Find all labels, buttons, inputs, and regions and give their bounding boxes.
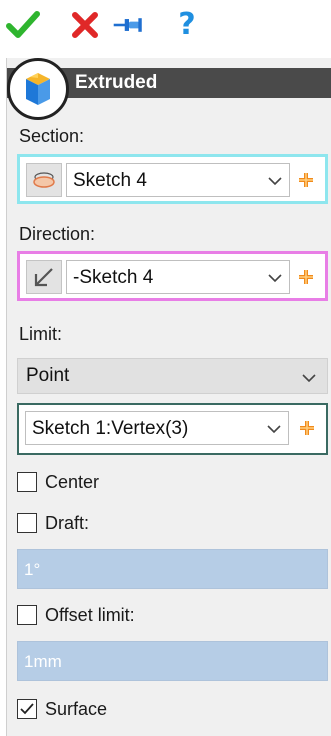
limit-label: Limit:	[19, 324, 63, 344]
center-label: Center	[45, 471, 100, 492]
draft-angle-input[interactable]: 1°	[17, 549, 328, 589]
section-field: Sketch 4	[17, 154, 328, 204]
plus-icon	[300, 421, 314, 435]
checkmark-icon	[6, 11, 40, 38]
offset-limit-option[interactable]: Offset limit:	[17, 602, 135, 628]
offset-limit-value: 1mm	[24, 652, 62, 671]
draft-option[interactable]: Draft:	[17, 510, 89, 536]
direction-field: -Sketch 4	[17, 251, 328, 301]
draft-label: Draft:	[45, 512, 90, 533]
cancel-button[interactable]	[68, 8, 102, 42]
limit-type-value: Point	[26, 365, 70, 386]
extrude-feature-icon	[7, 58, 69, 120]
draft-checkbox[interactable]	[17, 513, 37, 533]
section-label: Section:	[19, 126, 85, 146]
chevron-down-icon	[267, 425, 281, 434]
direction-arrow-icon[interactable]	[26, 260, 62, 294]
surface-option[interactable]: Surface	[17, 696, 107, 722]
section-select[interactable]: Sketch 4	[66, 163, 290, 197]
pushpin-icon	[113, 18, 142, 32]
limit-reference-add-button[interactable]	[294, 411, 320, 445]
limit-type-select[interactable]: Point	[17, 358, 328, 394]
draft-angle-value: 1°	[24, 560, 41, 579]
chevron-down-icon	[268, 177, 282, 186]
help-icon: ?	[178, 7, 196, 42]
limit-reference-select[interactable]: Sketch 1:Vertex(3)	[25, 411, 289, 445]
center-checkbox[interactable]	[17, 472, 37, 492]
sketch-profile-icon[interactable]	[26, 163, 62, 197]
offset-limit-label: Offset limit:	[45, 604, 135, 625]
checkmark-icon	[20, 703, 34, 715]
ok-button[interactable]	[6, 8, 40, 42]
dialog-toolbar: ?	[0, 0, 331, 58]
center-option[interactable]: Center	[17, 469, 99, 495]
chevron-down-icon	[268, 274, 282, 283]
plus-icon	[299, 270, 313, 284]
close-icon	[72, 12, 98, 38]
direction-add-button[interactable]	[293, 260, 319, 294]
limit-reference-value: Sketch 1:Vertex(3)	[32, 418, 189, 439]
offset-limit-checkbox[interactable]	[17, 605, 37, 625]
surface-checkbox[interactable]	[17, 699, 37, 719]
plus-icon	[299, 173, 313, 187]
section-add-button[interactable]	[293, 163, 319, 197]
pin-button[interactable]	[112, 8, 146, 42]
chevron-down-icon	[302, 374, 316, 383]
offset-limit-input[interactable]: 1mm	[17, 641, 328, 681]
panel-title: Extruded	[75, 72, 158, 93]
direction-value: -Sketch 4	[73, 267, 154, 288]
limit-reference-field: Sketch 1:Vertex(3)	[17, 403, 328, 455]
direction-select[interactable]: -Sketch 4	[66, 260, 290, 294]
help-button[interactable]: ?	[170, 8, 204, 42]
direction-label: Direction:	[19, 224, 96, 244]
extrude-panel: Extruded Section: Sketch 4 Direction: -S…	[6, 58, 331, 736]
section-value: Sketch 4	[73, 170, 147, 191]
surface-label: Surface	[45, 698, 108, 719]
